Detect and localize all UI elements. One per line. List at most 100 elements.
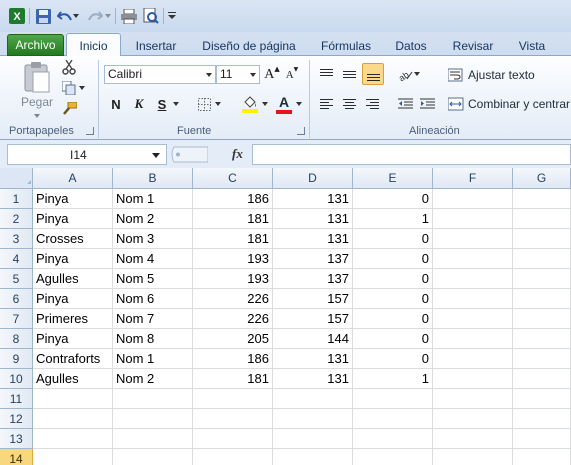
cell-d5[interactable]: 137 <box>273 269 353 289</box>
tab-vista[interactable]: Vista <box>510 36 554 56</box>
cell-f9[interactable] <box>433 349 513 369</box>
cell-a1[interactable]: Pinya <box>33 189 113 209</box>
font-color-button[interactable]: A <box>274 93 294 115</box>
align-left-icon[interactable] <box>316 94 336 114</box>
column-header-e[interactable]: E <box>353 168 433 189</box>
row-header[interactable]: 5 <box>0 269 33 289</box>
cell-b9[interactable]: Nom 1 <box>113 349 193 369</box>
cell-g4[interactable] <box>513 249 571 269</box>
redo-dropdown-icon[interactable] <box>104 7 112 25</box>
cell-a14[interactable] <box>33 449 113 465</box>
cell-a12[interactable] <box>33 409 113 429</box>
cell-c9[interactable]: 186 <box>193 349 273 369</box>
cell-d6[interactable]: 157 <box>273 289 353 309</box>
cell-d2[interactable]: 131 <box>273 209 353 229</box>
cell-g11[interactable] <box>513 389 571 409</box>
font-color-dropdown[interactable] <box>295 100 303 108</box>
cell-b6[interactable]: Nom 6 <box>113 289 193 309</box>
cell-g3[interactable] <box>513 229 571 249</box>
column-header-c[interactable]: C <box>193 168 273 189</box>
cell-e4[interactable]: 0 <box>353 249 433 269</box>
cell-e13[interactable] <box>353 429 433 449</box>
cell-f13[interactable] <box>433 429 513 449</box>
decrease-indent-icon[interactable] <box>395 94 415 114</box>
name-box[interactable]: I14 <box>7 144 167 165</box>
cell-c8[interactable]: 205 <box>193 329 273 349</box>
align-right-icon[interactable] <box>362 94 382 114</box>
row-header[interactable]: 8 <box>0 329 33 349</box>
cell-e5[interactable]: 0 <box>353 269 433 289</box>
cell-c3[interactable]: 181 <box>193 229 273 249</box>
cell-g10[interactable] <box>513 369 571 389</box>
cell-b3[interactable]: Nom 3 <box>113 229 193 249</box>
formula-input[interactable] <box>252 144 571 165</box>
row-header[interactable]: 11 <box>0 389 33 409</box>
cell-f1[interactable] <box>433 189 513 209</box>
undo-dropdown-icon[interactable] <box>72 7 80 25</box>
cell-b1[interactable]: Nom 1 <box>113 189 193 209</box>
cell-f3[interactable] <box>433 229 513 249</box>
clipboard-launcher[interactable] <box>86 127 94 135</box>
save-icon[interactable] <box>34 7 52 25</box>
row-header[interactable]: 3 <box>0 229 33 249</box>
insert-function-icon[interactable]: fx <box>232 146 243 162</box>
row-header[interactable]: 13 <box>0 429 33 449</box>
cell-d4[interactable]: 137 <box>273 249 353 269</box>
copy-icon[interactable] <box>61 80 77 96</box>
customize-qat-icon[interactable] <box>167 7 177 25</box>
align-top-icon[interactable] <box>316 64 336 84</box>
cell-a13[interactable] <box>33 429 113 449</box>
paste-button[interactable]: Pegar <box>17 58 57 112</box>
align-center-icon[interactable] <box>339 94 359 114</box>
cell-c1[interactable]: 186 <box>193 189 273 209</box>
cell-b10[interactable]: Nom 2 <box>113 369 193 389</box>
cell-e14[interactable] <box>353 449 433 465</box>
cell-e10[interactable]: 1 <box>353 369 433 389</box>
cell-f12[interactable] <box>433 409 513 429</box>
font-size-combo[interactable]: 11 <box>216 65 260 84</box>
row-header[interactable]: 14 <box>0 449 33 465</box>
cell-g9[interactable] <box>513 349 571 369</box>
cell-b8[interactable]: Nom 8 <box>113 329 193 349</box>
orientation-dropdown[interactable] <box>413 70 421 78</box>
borders-dropdown[interactable] <box>214 100 222 108</box>
increase-indent-icon[interactable] <box>417 94 437 114</box>
row-header[interactable]: 12 <box>0 409 33 429</box>
cell-c7[interactable]: 226 <box>193 309 273 329</box>
column-header-g[interactable]: G <box>513 168 571 189</box>
italic-button[interactable]: K <box>130 94 148 114</box>
cell-d12[interactable] <box>273 409 353 429</box>
cell-b2[interactable]: Nom 2 <box>113 209 193 229</box>
print-preview-icon[interactable] <box>142 7 160 25</box>
row-header[interactable]: 6 <box>0 289 33 309</box>
tab-inicio[interactable]: Inicio <box>66 33 121 57</box>
row-header[interactable]: 10 <box>0 369 33 389</box>
row-header[interactable]: 7 <box>0 309 33 329</box>
cell-c2[interactable]: 181 <box>193 209 273 229</box>
cell-a11[interactable] <box>33 389 113 409</box>
cell-b14[interactable] <box>113 449 193 465</box>
align-middle-icon[interactable] <box>339 64 359 84</box>
cell-e12[interactable] <box>353 409 433 429</box>
cell-f11[interactable] <box>433 389 513 409</box>
cell-e1[interactable]: 0 <box>353 189 433 209</box>
cell-g6[interactable] <box>513 289 571 309</box>
cell-c12[interactable] <box>193 409 273 429</box>
tab-diseno-pagina[interactable]: Diseño de página <box>194 36 304 56</box>
cell-g12[interactable] <box>513 409 571 429</box>
cell-f14[interactable] <box>433 449 513 465</box>
cell-b13[interactable] <box>113 429 193 449</box>
cell-f8[interactable] <box>433 329 513 349</box>
tab-datos[interactable]: Datos <box>388 36 434 56</box>
cell-d10[interactable]: 131 <box>273 369 353 389</box>
grow-font-button[interactable]: A ▲ <box>264 65 280 84</box>
cell-g8[interactable] <box>513 329 571 349</box>
cell-e7[interactable]: 0 <box>353 309 433 329</box>
column-header-d[interactable]: D <box>273 168 353 189</box>
wrap-text-button[interactable]: Ajustar texto <box>448 65 540 85</box>
cell-e9[interactable]: 0 <box>353 349 433 369</box>
format-painter-icon[interactable] <box>61 101 77 117</box>
formula-splitter-icon[interactable] <box>168 144 208 165</box>
tab-archivo[interactable]: Archivo <box>7 34 64 56</box>
row-header[interactable]: 1 <box>0 189 33 209</box>
